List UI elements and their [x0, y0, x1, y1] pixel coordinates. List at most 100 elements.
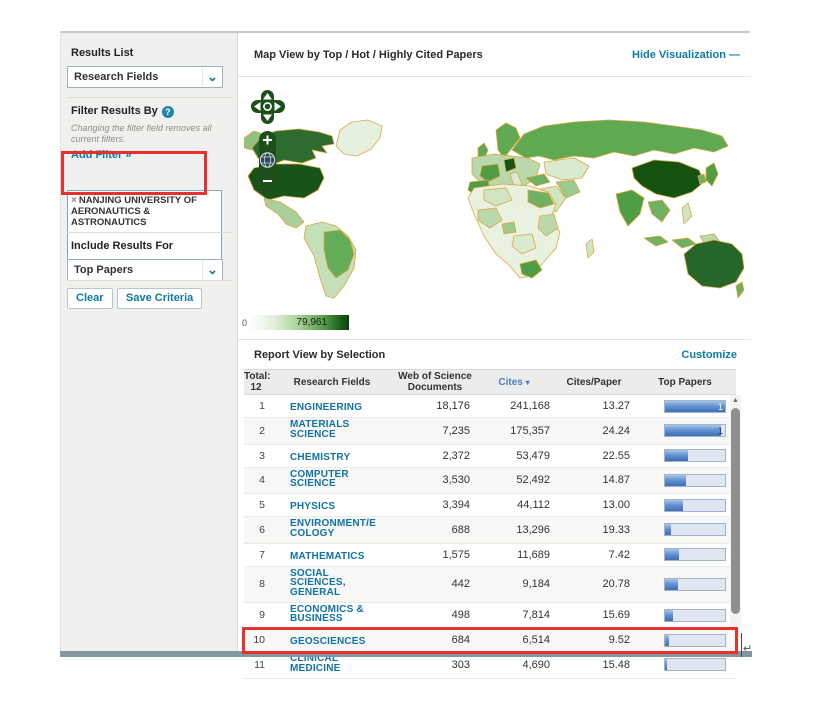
research-field-link[interactable]: SOCIAL SCIENCES, GENERAL: [290, 569, 346, 598]
report-view-title: Report View by Selection: [254, 349, 385, 361]
row-documents-value: 303: [396, 659, 474, 671]
row-cites-per-paper-value: 14.87: [554, 474, 634, 486]
vertical-scrollbar-thumb[interactable]: [731, 408, 740, 614]
row-rank: 4: [244, 474, 268, 486]
customize-link[interactable]: Customize: [681, 349, 737, 361]
map-controls[interactable]: [248, 89, 288, 195]
research-field-link[interactable]: CHEMISTRY: [290, 453, 350, 463]
row-rank: 10: [244, 634, 268, 646]
divider: [67, 232, 232, 233]
top-papers-bar: [664, 658, 726, 671]
sidebar: Results List Research Fields ⌄ Filter Re…: [61, 33, 238, 651]
clear-button[interactable]: Clear: [67, 288, 113, 309]
divider: [67, 280, 232, 281]
scroll-up-icon[interactable]: ▲: [730, 397, 741, 404]
text-cursor-artifact: ↵: [741, 633, 761, 661]
row-cites-value: 7,814: [474, 609, 554, 621]
table-row: 6ENVIRONMENT/E COLOGY68813,29619.33: [244, 517, 736, 544]
table-row: 7MATHEMATICS1,57511,6897.42: [244, 544, 736, 567]
research-field-link[interactable]: COMPUTER SCIENCE: [290, 470, 349, 489]
save-criteria-button[interactable]: Save Criteria: [117, 288, 202, 309]
row-top-papers-cell: [634, 634, 736, 647]
total-header: Total:12: [244, 371, 268, 393]
include-results-label: Include Results For: [71, 240, 173, 252]
results-list-select[interactable]: Research Fields ⌄: [67, 66, 223, 88]
row-top-papers-cell: [634, 658, 736, 671]
row-top-papers-cell: [634, 578, 736, 591]
top-papers-header: Top Papers: [634, 377, 736, 388]
top-papers-bar-fill: [665, 524, 671, 535]
row-rank: 3: [244, 450, 268, 462]
row-documents-value: 18,176: [396, 400, 474, 412]
main-panel: Map View by Top / Hot / Highly Cited Pap…: [238, 33, 751, 651]
top-papers-bar: [664, 474, 726, 487]
top-papers-bar: [664, 499, 726, 512]
row-cites-per-paper-value: 24.24: [554, 425, 634, 437]
top-papers-bar-label: 1: [718, 401, 723, 413]
row-top-papers-cell: 1: [634, 424, 736, 437]
row-cites-value: 9,184: [474, 578, 554, 590]
row-cites-per-paper-value: 20.78: [554, 578, 634, 590]
row-rank: 2: [244, 425, 268, 437]
compass-pan-control: [251, 90, 285, 124]
research-field-link[interactable]: MATHEMATICS: [290, 552, 365, 562]
top-papers-bar: [664, 578, 726, 591]
include-results-select[interactable]: Top Papers ⌄: [67, 259, 223, 281]
top-papers-bar-fill: [665, 401, 725, 412]
map-legend: 0 79,961: [242, 315, 349, 330]
row-documents-value: 684: [396, 634, 474, 646]
top-papers-bar-fill: [665, 579, 678, 590]
sort-arrow-icon: ▾: [526, 378, 530, 387]
include-results-value: Top Papers: [68, 264, 202, 276]
research-field-link[interactable]: PHYSICS: [290, 502, 335, 512]
row-rank: 5: [244, 499, 268, 511]
row-top-papers-cell: [634, 499, 736, 512]
row-cites-per-paper-value: 15.48: [554, 659, 634, 671]
research-field-link[interactable]: ECONOMICS & BUSINESS: [290, 605, 364, 624]
map-view-header: Map View by Top / Hot / Highly Cited Pap…: [238, 33, 751, 77]
row-documents-value: 2,372: [396, 450, 474, 462]
top-papers-bar: [664, 449, 726, 462]
row-field-cell: CHEMISTRY: [268, 447, 396, 465]
row-field-cell: CLINICAL MEDICINE: [268, 654, 396, 676]
row-documents-value: 3,394: [396, 499, 474, 511]
active-filter-item[interactable]: ×NANJING UNIVERSITY OF AERONAUTICS & AST…: [71, 195, 218, 228]
table-row: 1ENGINEERING18,176241,16813.271: [244, 395, 736, 418]
row-cites-per-paper-value: 22.55: [554, 450, 634, 462]
world-map[interactable]: [244, 86, 744, 304]
vertical-scrollbar[interactable]: ▲ ▼: [730, 395, 741, 638]
top-papers-bar-label: 1: [718, 425, 723, 437]
add-filter-link[interactable]: Add Filter »: [71, 149, 132, 161]
table-row: 5PHYSICS3,39444,11213.00: [244, 494, 736, 517]
research-field-link[interactable]: ENVIRONMENT/E COLOGY: [290, 519, 376, 538]
table-header: Total:12 Research Fields Web of Science …: [244, 369, 736, 395]
hide-visualization-link[interactable]: Hide Visualization —: [632, 49, 739, 61]
row-documents-value: 7,235: [396, 425, 474, 437]
row-cites-per-paper-value: 19.33: [554, 524, 634, 536]
table-row: 2MATERIALS SCIENCE7,235175,35724.241: [244, 418, 736, 445]
row-cites-value: 13,296: [474, 524, 554, 536]
row-cites-value: 241,168: [474, 400, 554, 412]
research-field-link[interactable]: GEOSCIENCES: [290, 637, 366, 647]
chevron-down-icon: ⌄: [202, 68, 222, 86]
row-rank: 6: [244, 524, 268, 536]
cursor-beam: [741, 633, 742, 657]
top-papers-bar-fill: [665, 659, 667, 670]
row-cites-per-paper-value: 13.27: [554, 400, 634, 412]
research-field-link[interactable]: ENGINEERING: [290, 403, 362, 413]
row-top-papers-cell: [634, 523, 736, 536]
cites-sort-header[interactable]: Cites ▾: [474, 377, 554, 388]
top-papers-bar: [664, 634, 726, 647]
row-cites-value: 11,689: [474, 549, 554, 561]
remove-filter-icon[interactable]: ×: [71, 195, 77, 206]
results-list-value: Research Fields: [68, 71, 202, 83]
row-cites-per-paper-value: 9.52: [554, 634, 634, 646]
divider: [67, 97, 232, 98]
research-field-link[interactable]: MATERIALS SCIENCE: [290, 420, 349, 439]
row-field-cell: ENGINEERING: [268, 397, 396, 415]
results-list-label: Results List: [71, 47, 133, 59]
research-fields-header: Research Fields: [268, 377, 396, 388]
row-documents-value: 1,575: [396, 549, 474, 561]
help-icon[interactable]: ?: [162, 106, 174, 118]
top-papers-bar: 1: [664, 400, 726, 413]
